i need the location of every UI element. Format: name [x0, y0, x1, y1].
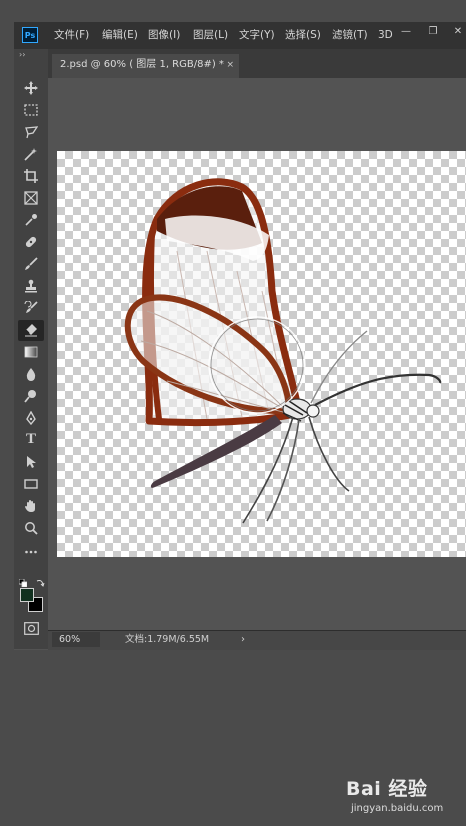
document-tab-bar: 2.psd @ 60% ( 图层 1, RGB/8#) * ×: [48, 49, 466, 78]
menu-filter[interactable]: 滤镜(T): [332, 22, 368, 49]
brush-tool-icon[interactable]: [18, 254, 44, 275]
type-tool-glyph: T: [26, 431, 37, 447]
menu-3d[interactable]: 3D: [378, 22, 393, 49]
foreground-color-swatch[interactable]: [20, 588, 34, 602]
document-size-info: 文档:1.79M/6.55M: [125, 634, 210, 645]
document-tab[interactable]: 2.psd @ 60% ( 图层 1, RGB/8#) * ×: [52, 54, 239, 78]
move-tool-icon[interactable]: [18, 78, 44, 99]
minimize-button[interactable]: —: [396, 22, 416, 44]
menu-type[interactable]: 文字(Y): [239, 22, 275, 49]
eraser-tool-icon[interactable]: [18, 320, 44, 341]
watermark-url: jingyan.baidu.com: [351, 803, 444, 814]
gradient-tool-icon[interactable]: [18, 342, 44, 363]
menu-image[interactable]: 图像(I): [148, 22, 180, 49]
status-menu-arrow-icon[interactable]: ›: [241, 631, 245, 648]
clone-stamp-tool-icon[interactable]: [18, 276, 44, 297]
watermark-brand: Bai 经验: [346, 778, 428, 800]
photoshop-app: Ps 文件(F) 编辑(E) 图像(I) 图层(L) 文字(Y) 选择(S) 滤…: [0, 0, 466, 826]
restore-button[interactable]: ❐: [423, 22, 443, 44]
hand-tool-icon[interactable]: [18, 496, 44, 517]
baidu-jingyan-watermark: Bai 经验 jingyan.baidu.com: [346, 772, 456, 820]
menu-edit[interactable]: 编辑(E): [102, 22, 138, 49]
edit-toolbar-icon[interactable]: [18, 542, 44, 563]
zoom-tool-icon[interactable]: [18, 518, 44, 539]
default-colors-icon[interactable]: [18, 572, 28, 588]
zoom-level-field[interactable]: 60%: [52, 632, 100, 647]
lasso-tool-icon[interactable]: [18, 122, 44, 143]
type-tool-icon[interactable]: T: [18, 430, 44, 451]
eyedropper-tool-icon[interactable]: [18, 210, 44, 231]
crop-tool-icon[interactable]: [18, 166, 44, 187]
menu-select[interactable]: 选择(S): [285, 22, 321, 49]
swap-colors-icon[interactable]: [36, 572, 45, 587]
document-canvas[interactable]: [57, 151, 466, 557]
menu-file[interactable]: 文件(F): [54, 22, 89, 49]
blur-tool-icon[interactable]: [18, 364, 44, 385]
quick-mask-icon[interactable]: [24, 620, 39, 635]
document-tab-title: 2.psd @ 60% ( 图层 1, RGB/8#) *: [60, 59, 224, 70]
path-selection-tool-icon[interactable]: [18, 452, 44, 473]
close-tab-icon[interactable]: ×: [226, 54, 234, 76]
frame-tool-icon[interactable]: [18, 188, 44, 209]
toolbar-collapse-icon[interactable]: ››: [19, 50, 25, 59]
dodge-tool-icon[interactable]: [18, 386, 44, 407]
close-button[interactable]: ✕: [448, 22, 466, 44]
butterfly-image: [124, 178, 442, 524]
magic-wand-tool-icon[interactable]: [18, 144, 44, 165]
menu-layer[interactable]: 图层(L): [193, 22, 228, 49]
rectangle-tool-icon[interactable]: [18, 474, 44, 495]
healing-brush-tool-icon[interactable]: [18, 232, 44, 253]
marquee-tool-icon[interactable]: [18, 100, 44, 121]
photoshop-logo: Ps: [22, 27, 38, 43]
menu-bar: Ps 文件(F) 编辑(E) 图像(I) 图层(L) 文字(Y) 选择(S) 滤…: [14, 22, 466, 49]
history-brush-tool-icon[interactable]: [18, 298, 44, 319]
status-bar: 60% 文档:1.79M/6.55M ›: [48, 630, 466, 650]
tools-panel: ›› T: [14, 49, 49, 649]
pen-tool-icon[interactable]: [18, 408, 44, 429]
